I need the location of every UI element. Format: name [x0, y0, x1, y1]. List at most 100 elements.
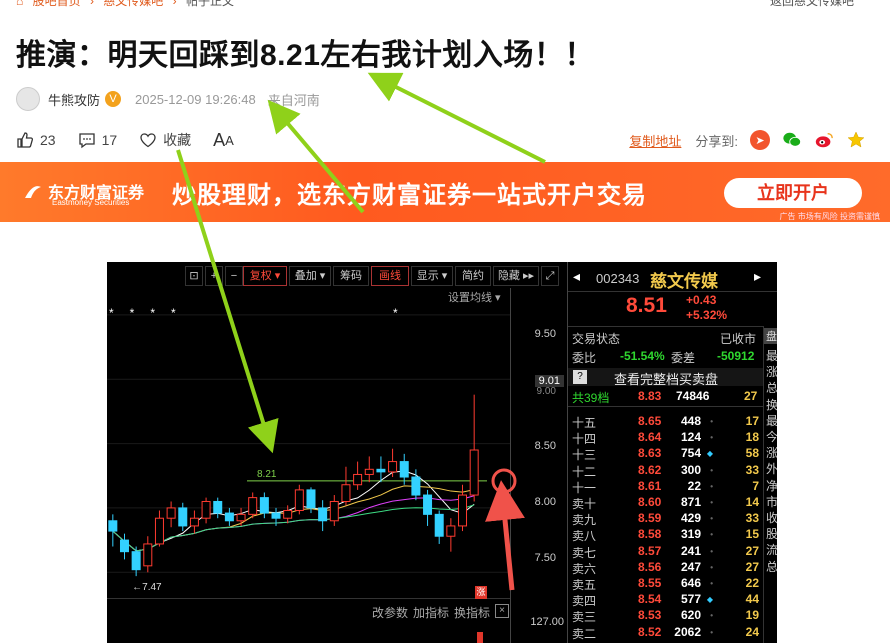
level-price: 8.60: [638, 495, 662, 509]
prev-stock-icon[interactable]: ◂: [573, 268, 580, 285]
level-label: 十一: [572, 480, 597, 495]
side-label: 总: [766, 381, 777, 396]
favorite-button[interactable]: 收藏: [139, 130, 191, 150]
switch-indicator-button[interactable]: 换指标: [454, 604, 490, 621]
side-label: 总: [766, 559, 777, 574]
wb-label: 委比: [572, 351, 597, 365]
level-volume: 247: [680, 559, 701, 574]
level-volume: 620: [680, 608, 701, 623]
candle-body: [376, 468, 386, 473]
change-params-button[interactable]: 改参数: [372, 604, 408, 621]
level-volume: 429: [680, 511, 701, 526]
breadcrumb-home[interactable]: 股吧首页: [33, 0, 81, 8]
side-label: 股: [766, 527, 777, 542]
level-price: 8.61: [638, 478, 662, 493]
candle-body: [353, 473, 363, 486]
breadcrumb-current: 帖子正文: [186, 0, 235, 8]
eastmoney-logo-icon: [25, 186, 41, 198]
help-icon[interactable]: ?: [573, 370, 587, 384]
support-label: 8.21: [257, 469, 277, 480]
level-volume: 871: [680, 495, 701, 509]
candle-body: [154, 517, 164, 545]
weibo-icon[interactable]: [814, 130, 834, 150]
level-label: 卖二: [572, 626, 597, 641]
wechat-icon[interactable]: [782, 130, 802, 150]
level-label: 卖七: [572, 545, 597, 560]
close-icon[interactable]: ×: [495, 604, 509, 618]
level-label: 卖四: [572, 594, 597, 609]
level-dot-icon: ◆: [706, 449, 713, 459]
like-button[interactable]: 23: [16, 131, 56, 149]
font-size-button[interactable]: AA: [213, 130, 234, 151]
favorite-label: 收藏: [163, 132, 192, 148]
candle-body: [294, 489, 304, 511]
full-depth-button[interactable]: 查看完整档买卖盘: [614, 369, 718, 388]
post-meta: 牛熊攻防 V 2025-12-09 19:26:48 来自河南: [16, 87, 320, 111]
y-axis: 9.50 9.01 9.00 8.50 8.00 7.50 127.00: [510, 288, 566, 643]
fullscreen-icon[interactable]: ⤢: [541, 266, 559, 286]
quote-panel: ◂ 002343 慈文传媒 ▸ 8.51 +0.43 +5.32% 交易状态 已…: [567, 262, 777, 643]
plus-icon[interactable]: +: [205, 266, 223, 286]
candle-body: [306, 489, 316, 509]
side-label: 流: [766, 543, 777, 558]
font-size-large: A: [213, 129, 226, 150]
order-book-row: 卖二 8.52 2062 24 •: [568, 625, 763, 641]
toolbar-draw[interactable]: 画线: [371, 266, 409, 286]
level-label: 十五: [572, 416, 597, 430]
toolbar-simple[interactable]: 简约: [455, 266, 491, 286]
banner-ad-label: 广告 市场有风险 投资需谨慎: [779, 212, 880, 221]
next-stock-icon[interactable]: ▸: [754, 268, 761, 285]
candle-body: [248, 497, 258, 515]
candlestick-chart: 8.21 ←7.47: [107, 314, 510, 593]
breadcrumb-bar[interactable]: 慈文传媒吧: [103, 0, 163, 8]
side-label: 外: [766, 462, 777, 477]
side-label: 最: [766, 349, 777, 363]
level-dot-icon: •: [710, 417, 713, 426]
back-to-bar-link[interactable]: 返回慈文传媒吧: [770, 0, 854, 9]
toolbar-overlay[interactable]: 叠加 ▾: [289, 266, 331, 286]
ma20-line: [112, 495, 475, 552]
level-price: 8.54: [638, 592, 662, 607]
green-arrow-to-title: [367, 72, 546, 164]
level-count: 14: [745, 495, 759, 509]
level-price: 8.55: [638, 576, 662, 590]
stock-chart-image: ⊡ + − 复权 ▾ 叠加 ▾ 筹码 画线 显示 ▾ 简约 隐藏 ▸▸ ⤢ 设置…: [107, 262, 777, 643]
toolbar-hide[interactable]: 隐藏 ▸▸: [493, 266, 539, 286]
level-dot-icon: •: [710, 433, 713, 443]
candle-body: [341, 484, 351, 502]
comment-button[interactable]: 17: [78, 131, 117, 149]
comment-icon: [78, 133, 95, 149]
level-volume: 124: [680, 430, 701, 445]
wc-label: 委差: [671, 351, 696, 365]
level-dot-icon: •: [710, 465, 713, 475]
minus-icon[interactable]: −: [225, 266, 243, 286]
y-label: 9.00: [536, 386, 556, 397]
toolbar-fuquan[interactable]: 复权 ▾: [243, 266, 287, 286]
rise-badge: 涨: [475, 586, 487, 599]
level-price: 8.53: [638, 608, 662, 623]
star-share-icon[interactable]: [846, 130, 866, 150]
level-dot-icon: ◆: [706, 595, 713, 605]
level-price: 8.56: [638, 559, 662, 574]
author-name[interactable]: 牛熊攻防: [48, 90, 100, 109]
total-levels: 共39档: [572, 391, 610, 405]
share-telegram-icon[interactable]: ➤: [750, 130, 770, 150]
level-count: 33: [745, 511, 759, 526]
toolbar-chips[interactable]: 筹码: [333, 266, 369, 286]
open-account-button[interactable]: 立即开户: [724, 178, 862, 208]
candle-body: [131, 551, 141, 571]
copy-link-button[interactable]: 复制地址: [629, 131, 681, 150]
post-actions: 23 17 收藏 AA: [16, 128, 256, 152]
avatar[interactable]: [16, 87, 40, 111]
low-label: ←7.47: [132, 582, 162, 593]
candle-body: [178, 507, 188, 527]
post-location: 来自河南: [267, 92, 320, 108]
level-dot-icon: •: [710, 546, 713, 556]
toolbar-display[interactable]: 显示 ▾: [411, 266, 453, 286]
total-num: 27: [744, 389, 758, 403]
level-price: 8.59: [638, 511, 662, 526]
add-indicator-button[interactable]: 加指标: [413, 604, 449, 621]
lock-icon[interactable]: ⊡: [185, 266, 203, 286]
level-volume: 300: [680, 462, 701, 477]
level-label: 卖八: [572, 529, 597, 544]
